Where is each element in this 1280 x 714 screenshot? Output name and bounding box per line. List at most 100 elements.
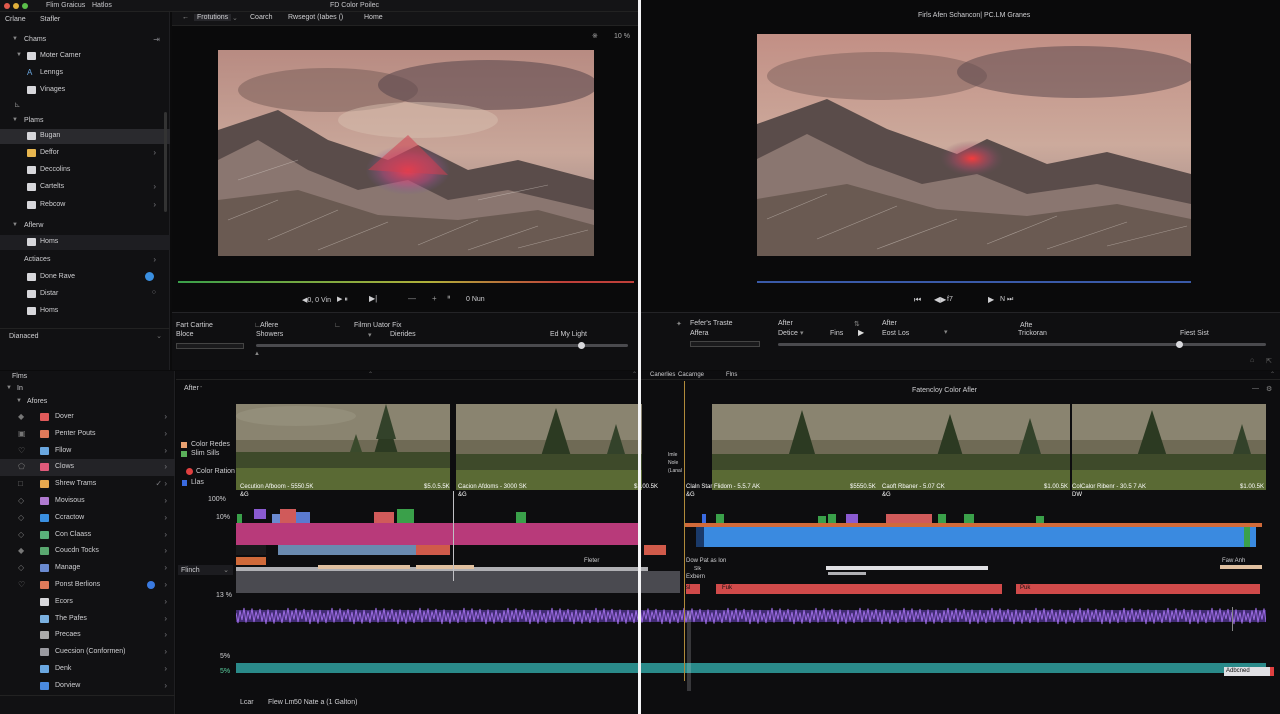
program-video-frame[interactable] (757, 34, 1191, 256)
clip-bar[interactable] (236, 557, 266, 565)
clip-row[interactable]: ◆ Dover › (0, 409, 175, 426)
expand-icon[interactable]: ∟ (334, 322, 341, 329)
clip-row[interactable]: □ Shrew Trams ✓ › (0, 476, 175, 493)
minus-icon[interactable]: — (408, 294, 416, 303)
clip-row[interactable]: Denk › (0, 661, 175, 678)
sidebar-item-cartelts[interactable]: Cartelts › (0, 180, 170, 195)
chevron-right-icon[interactable]: › (164, 429, 167, 438)
play-forward-icon[interactable]: ▶ ⏸ (337, 295, 348, 304)
chevron-right-icon[interactable]: › (164, 630, 167, 639)
clip-row[interactable]: Ecors › (0, 594, 175, 611)
scrub-bar[interactable] (178, 281, 634, 283)
sidebar-item-moter-camer[interactable]: ▼ Moter Camer (0, 49, 170, 64)
video-frame[interactable] (218, 50, 594, 256)
split-divider[interactable] (638, 0, 641, 714)
color-block[interactable] (886, 514, 932, 523)
sidebar-group-plams[interactable]: ▼ Plams (0, 114, 170, 129)
minus-icon[interactable]: — (1252, 385, 1259, 392)
tab-home[interactable]: Home (364, 14, 383, 21)
clip-row[interactable]: ◇ Con Claass › (0, 527, 175, 544)
color-block[interactable] (818, 516, 826, 523)
maximize-window-button[interactable] (22, 3, 28, 9)
color-block[interactable] (938, 514, 946, 523)
sidebar-group-aflerw[interactable]: ▼ Aflerw (0, 219, 170, 234)
video-clip-bar[interactable] (696, 527, 1256, 547)
sidebar-scrollbar[interactable] (164, 112, 167, 212)
zoom-icon[interactable]: ※ (592, 32, 598, 40)
color-block[interactable] (254, 509, 266, 519)
color-block[interactable] (237, 514, 242, 523)
sidebar-footer[interactable]: Dianaced ⌄ (0, 328, 170, 342)
color-block[interactable] (374, 512, 394, 523)
control-input[interactable] (690, 341, 760, 347)
circle-icon[interactable]: ○ (152, 289, 156, 296)
caret-down-icon[interactable]: ▾ (944, 328, 948, 336)
sidebar-group-actiaces[interactable]: Actiaces › (0, 253, 170, 268)
step-back-icon[interactable]: ◀▶ (934, 295, 946, 304)
end-badge[interactable]: Adbcned (1224, 667, 1274, 676)
minimize-window-button[interactable] (13, 3, 19, 9)
chevron-right-icon[interactable]: › (164, 647, 167, 656)
adjust-clip-bar[interactable] (236, 571, 680, 593)
exposure-slider[interactable] (256, 342, 628, 349)
clip-row[interactable]: ▣ Penter Pouts › (0, 426, 175, 443)
caret-down-icon[interactable]: ▾ (368, 331, 372, 339)
chevron-right-icon[interactable]: › (153, 182, 156, 191)
clip-row[interactable]: The Pafes › (0, 611, 175, 628)
clip-thumbnail[interactable] (880, 404, 1070, 490)
play-icon[interactable]: ▶ (988, 295, 994, 304)
audio-clip-bar[interactable]: Fuk (716, 584, 1002, 594)
clip-thumbnail[interactable] (712, 404, 880, 490)
chevron-right-icon[interactable]: › (164, 446, 167, 455)
audio-clip-bar[interactable] (278, 545, 416, 555)
step-forward-icon[interactable]: N ⏭ (1000, 296, 1013, 304)
program-scrub-bar[interactable] (757, 281, 1191, 283)
play-icon[interactable]: ▶| (369, 294, 377, 303)
tab-frotutions[interactable]: Frotutions (194, 14, 232, 21)
close-window-button[interactable] (4, 3, 10, 9)
app-name[interactable]: Flim Graicus (46, 2, 85, 9)
back-arrow-icon[interactable]: ← (182, 14, 189, 21)
chevron-down-icon[interactable]: ⌄ (232, 14, 238, 22)
chevron-down-icon[interactable]: ⌄ (156, 332, 162, 340)
chevron-right-icon[interactable]: › (164, 580, 167, 589)
clip-row[interactable]: ⬠ Clows › (0, 459, 175, 477)
sidebar-item-lenngs[interactable]: A Lenngs (0, 66, 170, 81)
chevron-right-icon[interactable]: › (164, 530, 167, 539)
tab-rwsegot[interactable]: Rwsegot (Iabes () (288, 14, 343, 21)
next-frame-icon[interactable]: ⏸ (447, 294, 451, 302)
slider-knob[interactable] (1176, 341, 1183, 348)
chevron-right-icon[interactable]: › (164, 664, 167, 673)
tab-canerlies[interactable]: Canerlies (650, 372, 675, 378)
color-block[interactable] (702, 514, 706, 523)
chevron-down-icon[interactable]: ⌄ (223, 566, 229, 574)
color-block[interactable] (964, 514, 974, 523)
clip-row[interactable]: ◇ Movisous › (0, 493, 175, 510)
expand-icon[interactable]: ⌃ (1270, 371, 1275, 378)
color-block[interactable] (828, 514, 836, 523)
video-clip-bar[interactable] (236, 523, 638, 545)
chevron-right-icon[interactable]: ✓ › (155, 479, 167, 488)
toolbar-crlane[interactable]: Crlane (5, 16, 26, 23)
sidebar-item-rebcow[interactable]: Rebcow › (0, 198, 170, 213)
sidebar-item-bugan[interactable]: Bugan (0, 129, 170, 144)
track-name-field[interactable]: Flinch ⌄ (178, 565, 233, 575)
chevron-right-icon[interactable]: › (153, 148, 156, 157)
tab-coarch[interactable]: Coarch (250, 14, 273, 21)
color-block[interactable] (296, 512, 310, 523)
clip-thumbnail[interactable] (236, 404, 450, 490)
audio-clip-bar[interactable]: sl (686, 584, 700, 594)
menu-hatlos[interactable]: Hatlos (92, 2, 112, 9)
chevron-right-icon[interactable]: › (164, 597, 167, 606)
color-block[interactable] (516, 512, 526, 523)
swap-icon[interactable]: ⇅ (854, 320, 860, 328)
clip-row[interactable]: ◇ Ccractow › (0, 510, 175, 527)
chevron-right-icon[interactable]: › (153, 200, 156, 209)
audio-clip-bar[interactable]: Puk (1016, 584, 1260, 594)
settings-icon[interactable]: ⚙ (1266, 385, 1272, 393)
menu-icon[interactable]: ✦ (676, 320, 682, 328)
exposure-slider-right[interactable] (778, 341, 1266, 348)
chevron-right-icon[interactable]: › (164, 513, 167, 522)
audio-clip-bar[interactable] (644, 545, 666, 555)
chevron-right-icon[interactable]: › (164, 496, 167, 505)
